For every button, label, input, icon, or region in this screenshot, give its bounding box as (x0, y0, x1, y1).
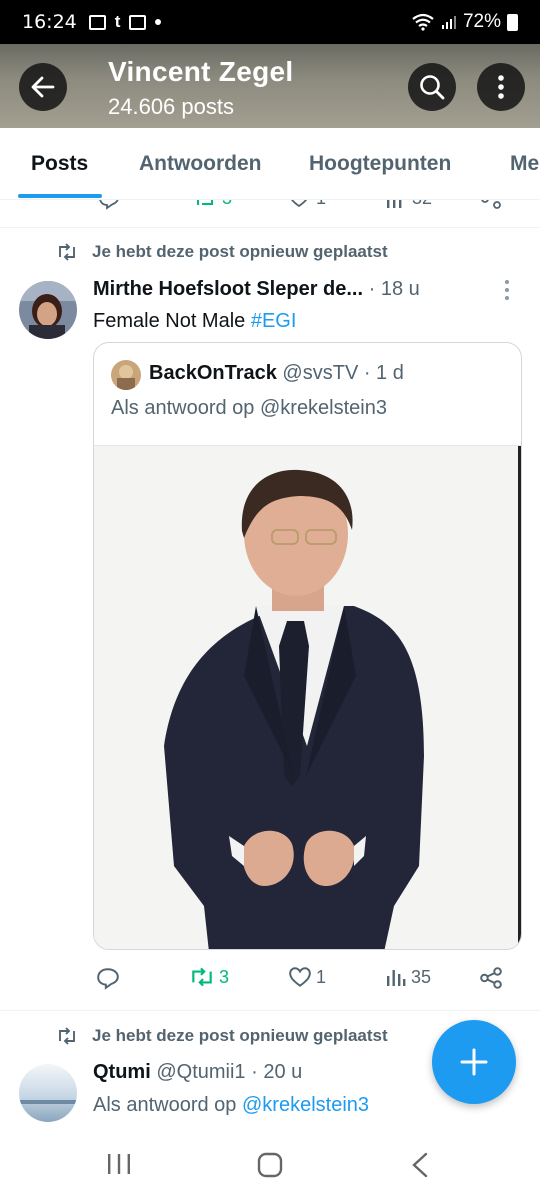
retweet-icon (59, 243, 75, 261)
signal-icon (441, 16, 456, 29)
dot (505, 280, 509, 284)
reply-icon (97, 968, 119, 990)
status-time: 16:24 (22, 11, 77, 33)
repost-indicator: Je hebt deze post opnieuw geplaatst (56, 1026, 388, 1046)
avatar-image (19, 1064, 77, 1122)
arrow-left-icon (31, 76, 55, 98)
status-notification-icons: t (88, 12, 162, 32)
views-button[interactable]: 35 (385, 966, 431, 988)
quote-handle: @svsTV (282, 362, 359, 384)
plus-icon (460, 1048, 488, 1076)
views-count: 32 (412, 200, 432, 209)
recent-apps-icon[interactable] (106, 1152, 132, 1176)
search-button[interactable] (408, 63, 456, 111)
profile-header: Vincent Zegel 24.606 posts (0, 44, 540, 128)
divider (0, 1010, 540, 1011)
more-notifications-icon (155, 19, 162, 25)
post-header: Mirthe Hoefsloot Sleper de... · 18 u (93, 278, 420, 301)
post-time: · 20 u (251, 1061, 303, 1083)
system-navigation-bar (0, 1130, 540, 1200)
battery-percent: 72% (462, 11, 501, 32)
reply-context: Als antwoord op @krekelstein3 (93, 1094, 369, 1117)
mail-icon (129, 14, 147, 30)
gallery-icon (88, 14, 106, 30)
battery-icon (507, 13, 518, 31)
quote-header: BackOnTrack @svsTV · 1 d (149, 362, 404, 385)
tumblr-icon: t (114, 12, 121, 31)
like-button[interactable]: 1 (288, 966, 326, 988)
search-icon (420, 75, 445, 100)
retweet-icon (59, 1027, 75, 1045)
post-header: Qtumi @Qtumii1 · 20 u (93, 1061, 302, 1084)
retweet-icon[interactable] (193, 200, 217, 210)
retweet-button[interactable]: 3 (189, 966, 229, 988)
share-icon (480, 967, 502, 989)
reply-button[interactable] (96, 966, 120, 990)
retweet-count: 3 (222, 200, 232, 209)
quoted-post[interactable]: BackOnTrack @svsTV · 1 d Als antwoord op… (93, 342, 522, 950)
post-actions: 3 1 35 (93, 966, 513, 1002)
share-button[interactable] (479, 966, 503, 990)
author-name[interactable]: Qtumi (93, 1061, 151, 1083)
quote-time: · 1 d (363, 362, 404, 384)
repost-label: Je hebt deze post opnieuw geplaatst (92, 242, 388, 261)
tab-highlights[interactable]: Hoogtepunten (309, 152, 451, 176)
like-icon[interactable] (288, 200, 310, 208)
profile-tabs: Posts Antwoorden Hoogtepunten Me (0, 128, 540, 200)
active-tab-indicator (18, 194, 102, 198)
post-body: Female Not Male (93, 310, 246, 332)
more-options-button[interactable] (477, 63, 525, 111)
repost-indicator: Je hebt deze post opnieuw geplaatst (56, 242, 388, 262)
views-icon[interactable] (385, 200, 407, 210)
quote-media-image[interactable] (94, 445, 521, 949)
reply-to-link[interactable]: @krekelstein3 (242, 1094, 369, 1116)
person-photo (164, 446, 521, 949)
avatar-image (19, 281, 77, 339)
retweet-icon (192, 967, 212, 987)
tab-media[interactable]: Me (510, 152, 539, 176)
quote-avatar (111, 360, 141, 390)
profile-name: Vincent Zegel (108, 56, 294, 87)
quote-author-name: BackOnTrack (149, 362, 277, 384)
post-text: Female Not Male #EGI (93, 310, 296, 333)
divider (0, 227, 540, 228)
tab-replies[interactable]: Antwoorden (139, 152, 261, 176)
dot (505, 288, 509, 292)
share-icon[interactable] (480, 200, 502, 210)
more-vertical-icon (498, 75, 504, 99)
repost-label: Je hebt deze post opnieuw geplaatst (92, 1026, 388, 1045)
avatar[interactable] (19, 281, 77, 339)
author-handle: @Qtumii1 (156, 1061, 246, 1083)
heart-icon (289, 967, 311, 987)
retweet-count: 3 (219, 966, 230, 987)
wifi-icon (412, 13, 434, 31)
views-count: 35 (411, 966, 432, 987)
previous-post-actions: 3 1 32 (0, 200, 540, 212)
reply-prefix: Als antwoord op (93, 1094, 237, 1116)
back-button[interactable] (19, 63, 67, 111)
reply-icon[interactable] (98, 200, 120, 210)
post-more-button[interactable] (505, 280, 509, 300)
author-name[interactable]: Mirthe Hoefsloot Sleper de... (93, 278, 363, 300)
hashtag-link[interactable]: #EGI (251, 310, 297, 332)
home-icon[interactable] (257, 1152, 283, 1178)
quote-reply-to: Als antwoord op @krekelstein3 (111, 397, 387, 419)
dot (505, 296, 509, 300)
back-nav-icon[interactable] (410, 1152, 430, 1178)
avatar[interactable] (19, 1064, 77, 1122)
quote-avatar-image (111, 360, 141, 390)
status-bar: 16:24 t 72% (0, 0, 540, 44)
tab-posts[interactable]: Posts (31, 152, 88, 176)
post-time: · 18 u (368, 278, 420, 300)
compose-button[interactable] (432, 1020, 516, 1104)
like-count: 1 (316, 966, 327, 987)
views-icon (387, 970, 406, 986)
post-count: 24.606 posts (108, 94, 234, 119)
like-count: 1 (316, 200, 326, 209)
